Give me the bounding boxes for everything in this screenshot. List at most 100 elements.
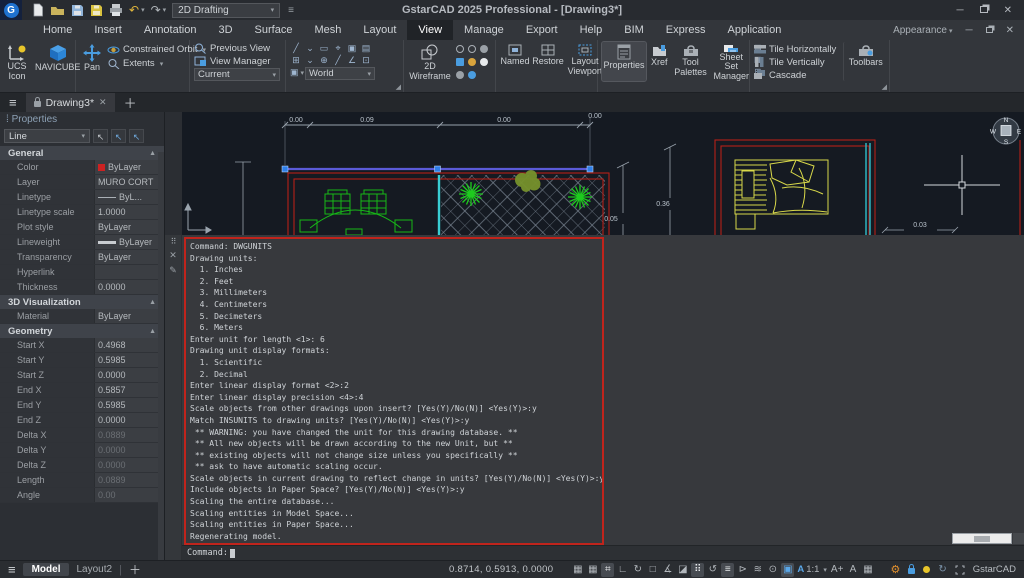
ordinate-tool-icon[interactable]: ⊡ — [360, 55, 372, 66]
isolate-objects-bulb-icon[interactable] — [923, 566, 930, 573]
ui-dialog-launcher-icon[interactable]: ◢ — [882, 83, 887, 91]
model-tab[interactable]: Model — [23, 563, 70, 576]
minimize-button[interactable]: ─ — [957, 5, 964, 16]
menu-tab[interactable]: Home — [32, 20, 83, 40]
menu-tab[interactable]: Application — [717, 20, 793, 40]
document-tab[interactable]: Drawing3* ✕ — [26, 93, 115, 112]
previous-view-button[interactable]: Previous View — [194, 43, 282, 55]
tile-horizontally-button[interactable]: Tile Horizontally — [754, 43, 836, 55]
select-object-button[interactable]: ↖ — [93, 129, 108, 143]
property-row-transparency[interactable]: Transparency ByLayer — [0, 250, 164, 265]
ribbon-restore-button[interactable] — [986, 25, 993, 36]
ordinate-tool-icon[interactable]: ⌄ — [304, 55, 316, 66]
ordinate-tool-icon[interactable]: ▤ — [360, 43, 372, 54]
ortho-icon[interactable]: ∟ — [616, 563, 629, 577]
palette-grip-icon[interactable]: ⠿ — [171, 237, 176, 246]
property-row-plot-style[interactable]: Plot style ByLayer — [0, 220, 164, 235]
scrollbar-thumb[interactable] — [974, 536, 990, 542]
visual-style-thumbnail[interactable] — [468, 58, 476, 66]
sync-icon[interactable]: ↻ — [938, 564, 946, 575]
property-row-linetype-scale[interactable]: Linetype scale 1.0000 — [0, 205, 164, 220]
selection-cycling-icon[interactable]: ⊳ — [736, 563, 749, 577]
menu-tab[interactable]: Mesh — [303, 20, 352, 40]
drawing-viewport[interactable]: 0.00 0.09 0.00 0.00 — [182, 112, 1024, 235]
section-geometry[interactable]: Geometry▲ — [0, 324, 164, 338]
tool-palettes-button[interactable]: Tool Palettes — [673, 42, 709, 81]
workspace-dropdown[interactable]: 2D Drafting▾ — [172, 3, 280, 18]
quick-access-menu-icon[interactable]: ≡ — [280, 5, 302, 16]
menu-tab[interactable]: Surface — [244, 20, 304, 40]
auto-annotation-scale-icon[interactable]: A+ — [830, 563, 845, 577]
annotation-visibility-icon[interactable]: A — [846, 563, 859, 577]
quick-properties-icon[interactable]: ▦ — [861, 563, 874, 577]
navicube-button[interactable]: NAVICUBE — [33, 42, 82, 81]
menu-tab[interactable]: 3D — [207, 20, 243, 40]
ordinate-tool-icon[interactable]: ⊕ — [318, 55, 330, 66]
property-row[interactable]: Delta X 0.0889 — [0, 428, 164, 443]
file-tabs-menu-icon[interactable]: ≡ — [0, 95, 26, 110]
palette-pencil-icon[interactable]: ✎ — [169, 265, 177, 276]
grid-paper-icon[interactable]: ▦ — [586, 563, 599, 577]
snap-icon[interactable]: ⌗ — [601, 563, 614, 577]
property-row[interactable]: Delta Y 0.0000 — [0, 443, 164, 458]
property-row[interactable]: Length 0.0889 — [0, 473, 164, 488]
object-snap-tracking-icon[interactable]: ∡ — [661, 563, 674, 577]
property-row[interactable]: End X 0.5857 — [0, 383, 164, 398]
section-3d-visualization[interactable]: 3D Visualization▲ — [0, 295, 164, 309]
menu-tab[interactable]: Manage — [453, 20, 515, 40]
current-view-dropdown[interactable]: Current▾ — [194, 68, 280, 81]
ribbon-close-button[interactable]: ✕ — [1006, 25, 1014, 36]
property-row[interactable]: End Y 0.5985 — [0, 398, 164, 413]
ucs-world-dropdown[interactable]: World▾ — [305, 67, 375, 80]
ribbon-minimize-button[interactable]: ─ — [966, 25, 973, 36]
property-row-lineweight[interactable]: Lineweight ByLayer — [0, 235, 164, 250]
pan-button[interactable]: Pan — [80, 42, 104, 81]
restore-viewports-button[interactable]: Restore — [533, 42, 563, 81]
ordinate-tool-icon[interactable]: ⊞ — [290, 55, 302, 66]
property-row[interactable]: End Z 0.0000 — [0, 413, 164, 428]
visual-style-gallery[interactable] — [455, 42, 490, 81]
sheet-set-manager-button[interactable]: Sheet Set Manager — [712, 42, 752, 81]
command-input[interactable]: Command: — [182, 545, 1024, 560]
transparency-icon[interactable]: ↺ — [706, 563, 719, 577]
property-row[interactable]: Start X 0.4968 — [0, 338, 164, 353]
property-row[interactable]: Delta Z 0.0000 — [0, 458, 164, 473]
property-row[interactable]: Start Z 0.0000 — [0, 368, 164, 383]
redo-icon[interactable]: ↷▾ — [151, 2, 167, 18]
annotation-monitor-icon[interactable]: ⊙ — [766, 563, 779, 577]
ucs-dropdown-icon[interactable]: ▣▾ — [290, 67, 302, 78]
save-icon[interactable] — [71, 2, 84, 18]
xref-palette-button[interactable]: Xref — [649, 42, 670, 81]
command-log[interactable]: Command: DWGUNITSDrawing units: 1. Inche… — [184, 237, 604, 545]
ordinate-tool-icon[interactable]: ∠ — [346, 55, 358, 66]
polar-tracking-icon[interactable]: ↻ — [631, 563, 644, 577]
wireframe-button[interactable]: 2D Wireframe — [408, 42, 452, 81]
menu-tab[interactable]: Express — [655, 20, 717, 40]
visual-style-thumbnail[interactable] — [480, 58, 488, 66]
lineweight-icon[interactable]: ≡ — [721, 563, 734, 577]
menu-tab[interactable]: Export — [515, 20, 569, 40]
property-row-material[interactable]: Material ByLayer — [0, 309, 164, 324]
new-file-icon[interactable] — [32, 2, 44, 18]
gstarcad-logo-icon[interactable]: G — [0, 0, 22, 20]
quick-select-button[interactable]: ↖ — [111, 129, 126, 143]
dynamic-input-icon[interactable]: ⠿ — [691, 563, 704, 577]
close-button[interactable]: ✕ — [1004, 5, 1012, 16]
tile-vertically-button[interactable]: Tile Vertically — [754, 56, 836, 68]
workspace-switching-icon[interactable]: ▣ — [781, 563, 794, 577]
menu-tab[interactable]: Help — [569, 20, 614, 40]
dynamic-ucs-icon[interactable]: ◪ — [676, 563, 689, 577]
restore-button[interactable] — [980, 5, 988, 16]
object-snap-icon[interactable]: □ — [646, 563, 659, 577]
command-hscrollbar[interactable] — [952, 533, 1012, 544]
annotation-scale-control[interactable]: A 1:1 ▾ — [794, 564, 830, 575]
ordinate-tool-icon[interactable]: ▣ — [346, 43, 358, 54]
select-all-button[interactable]: ↖ — [129, 129, 144, 143]
save-as-icon[interactable] — [90, 2, 103, 18]
properties-palette-button[interactable]: Properties — [602, 42, 646, 81]
ordinate-tool-icon[interactable]: ╱ — [290, 43, 302, 54]
view-manager-button[interactable]: View Manager — [194, 56, 282, 68]
property-row[interactable]: Start Y 0.5985 — [0, 353, 164, 368]
visual-style-thumbnail[interactable] — [456, 71, 464, 79]
command-palette-bar[interactable]: ⠿ ✕ ✎ — [165, 235, 182, 560]
